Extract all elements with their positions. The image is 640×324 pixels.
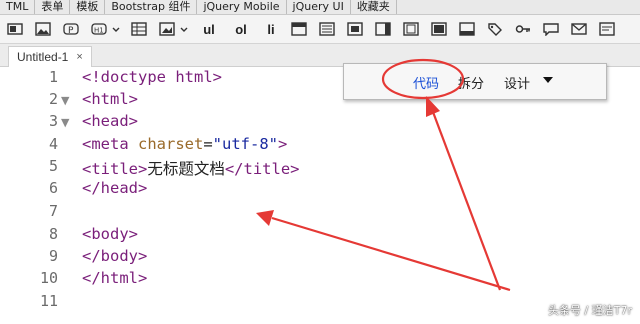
tag-icon[interactable] — [486, 21, 504, 37]
fold-toggle-icon[interactable]: ▼ — [61, 116, 69, 129]
code-token: "utf-8" — [212, 135, 278, 153]
code-line-2: <html> — [82, 90, 138, 108]
document-tab[interactable]: Untitled-1 × — [8, 46, 92, 67]
svg-text:H1: H1 — [94, 27, 104, 35]
line-number: 8 — [48, 225, 58, 243]
chevron-down-icon[interactable] — [112, 21, 120, 37]
line-number: 1 — [48, 68, 58, 86]
document-tab-label: Untitled-1 — [17, 50, 69, 64]
line-number: 10 — [39, 269, 58, 287]
nav-layout-icon[interactable] — [318, 21, 336, 37]
unordered-list-button[interactable]: ul — [198, 21, 220, 37]
image-icon[interactable] — [34, 21, 52, 37]
category-tab-templates[interactable]: 模板 — [70, 0, 106, 14]
category-tab-jquery-mobile[interactable]: jQuery Mobile — [197, 0, 287, 14]
fold-toggle-icon[interactable]: ▼ — [61, 94, 69, 107]
chevron-down-icon[interactable] — [543, 77, 553, 83]
footer-layout-icon[interactable] — [458, 21, 476, 37]
code-token: 无标题文档 — [147, 160, 225, 178]
line-number: 2 — [48, 90, 58, 108]
heading-icon[interactable]: H1 — [90, 21, 108, 37]
code-editor[interactable]: 1 2 3 4 5 6 7 8 9 10 11 ▼ ▼ <!doctype ht… — [0, 67, 640, 324]
header-layout-icon[interactable] — [290, 21, 308, 37]
aside-layout-icon[interactable] — [374, 21, 392, 37]
code-token: </title> — [224, 160, 300, 178]
key-icon[interactable] — [514, 21, 532, 37]
code-line-5: <title>无标题文档</title> — [82, 157, 300, 179]
code-line-1: <!doctype html> — [82, 68, 222, 86]
chevron-down-icon[interactable] — [180, 21, 188, 37]
category-tab-bootstrap[interactable]: Bootstrap 组件 — [105, 0, 198, 14]
div-icon[interactable] — [6, 21, 24, 37]
category-tab-favorites[interactable]: 收藏夹 — [351, 0, 397, 14]
code-line-6: </head> — [82, 179, 148, 197]
code-line-8: <body> — [82, 225, 138, 243]
main-layout-icon[interactable] — [346, 21, 364, 37]
code-token: = — [203, 135, 213, 153]
insert-toolbar: P H1 ul ol li — [0, 15, 640, 44]
paragraph-icon[interactable]: P — [62, 21, 80, 37]
code-token: <title> — [82, 160, 148, 178]
close-icon[interactable]: × — [76, 47, 82, 67]
code-line-10: </html> — [82, 269, 148, 287]
view-switcher: 代码 拆分 设计 — [343, 63, 607, 100]
article-layout-icon[interactable] — [402, 21, 420, 37]
script-icon[interactable] — [598, 21, 616, 37]
code-view-button[interactable]: 代码 — [413, 73, 439, 92]
design-view-button[interactable]: 设计 — [504, 73, 530, 92]
section-layout-icon[interactable] — [430, 21, 448, 37]
split-view-button[interactable]: 拆分 — [458, 73, 484, 92]
code-token: > — [278, 135, 288, 153]
table-icon[interactable] — [130, 21, 148, 37]
svg-text:P: P — [68, 26, 74, 36]
code-line-9: </body> — [82, 247, 148, 265]
email-icon[interactable] — [570, 21, 588, 37]
comment-icon[interactable] — [542, 21, 560, 37]
line-number: 3 — [48, 112, 58, 130]
line-number: 4 — [48, 135, 58, 153]
code-line-4: <meta charset="utf-8"> — [82, 135, 287, 153]
code-line-3: <head> — [82, 112, 138, 130]
category-tab-jquery-ui[interactable]: jQuery UI — [287, 0, 351, 14]
line-number: 9 — [48, 247, 58, 265]
insert-category-tabs: TML 表单 模板 Bootstrap 组件 jQuery Mobile jQu… — [0, 0, 640, 15]
code-token: charset — [138, 135, 204, 153]
line-number: 11 — [39, 292, 58, 310]
line-number: 7 — [48, 202, 58, 220]
watermark: 头条号 / 瑾洁T7r — [548, 304, 632, 317]
list-item-button[interactable]: li — [262, 21, 280, 37]
category-tab-html[interactable]: TML — [0, 0, 36, 14]
ordered-list-button[interactable]: ol — [230, 21, 252, 37]
category-tab-forms[interactable]: 表单 — [35, 0, 71, 14]
code-token: <meta — [82, 135, 138, 153]
line-number: 6 — [48, 179, 58, 197]
media-icon[interactable] — [158, 21, 176, 37]
line-number: 5 — [48, 157, 58, 175]
